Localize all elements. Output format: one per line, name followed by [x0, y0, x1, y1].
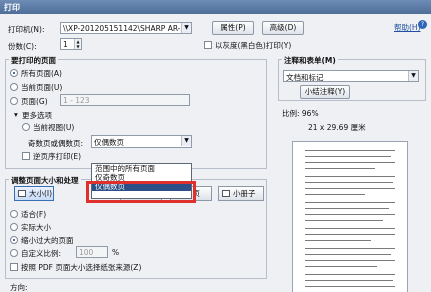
fit-radio[interactable]: [10, 210, 18, 218]
odd-even-value: 仅偶数页: [94, 138, 124, 147]
printer-select[interactable]: \\XP-201205151142\SHARP AR-1808S ▼: [60, 22, 192, 34]
fit-label: 适合(F): [21, 210, 47, 219]
title-bar: 打印: [0, 0, 431, 14]
grayscale-label: 以灰度(黑白色)打印(Y): [215, 41, 292, 50]
pages-group-title: 要打印的页面: [9, 55, 58, 66]
odd-even-select[interactable]: 仅偶数页 ▼: [91, 135, 192, 148]
size-button-label: 大小(I): [29, 189, 53, 198]
odd-even-label: 奇数页或偶数页:: [28, 139, 84, 148]
custom-scale-value: 100: [79, 248, 94, 257]
preview-paper-size: 21 x 29.69 厘米: [308, 123, 366, 132]
size-icon: [18, 190, 26, 197]
preview-scale: 比例: 96%: [282, 109, 319, 118]
preview-page: [292, 141, 408, 292]
copies-label: 份数(C):: [8, 42, 37, 51]
comments-group-title: 注释和表单(M): [282, 55, 338, 66]
dropdown-option-all[interactable]: 范围中的所有页面: [92, 164, 191, 173]
page-range-input[interactable]: 1 - 123: [60, 94, 190, 106]
chevron-down-icon: ▼: [181, 23, 191, 33]
shrink-label: 缩小过大的页面: [21, 236, 74, 245]
percent-label: %: [112, 248, 120, 257]
help-link[interactable]: 帮助(H): [394, 22, 421, 33]
comments-select[interactable]: 文档和标记 ▼: [283, 70, 419, 82]
all-pages-radio[interactable]: [10, 69, 18, 77]
window-title: 打印: [4, 3, 20, 12]
orientation-label: 方向:: [10, 283, 28, 292]
grayscale-checkbox[interactable]: [204, 41, 212, 49]
booklet-button-label: 小册子: [233, 189, 256, 198]
highlight-box: [86, 181, 196, 203]
page-range-radio[interactable]: [10, 97, 18, 105]
advanced-button[interactable]: 高级(D): [262, 21, 304, 35]
printer-label: 打印机(N):: [8, 25, 45, 34]
actual-size-label: 实际大小: [21, 223, 51, 232]
custom-scale-radio[interactable]: [10, 249, 18, 257]
reverse-label: 逆页序打印(E): [33, 152, 82, 161]
page-range-label: 页面(G): [21, 97, 48, 106]
all-pages-label: 所有页面(A): [21, 69, 62, 78]
current-view-label: 当前视图(U): [33, 123, 75, 132]
booklet-icon: [222, 190, 230, 197]
expand-triangle-icon[interactable]: ▾: [14, 110, 18, 119]
chevron-down-icon: ▼: [408, 71, 418, 81]
booklet-button[interactable]: 小册子: [218, 186, 264, 201]
properties-button[interactable]: 属性(P): [212, 21, 254, 35]
choose-paper-checkbox[interactable]: [10, 263, 18, 271]
current-page-label: 当前页面(U): [21, 83, 63, 92]
shrink-radio[interactable]: [10, 236, 18, 244]
current-view-radio[interactable]: [22, 123, 30, 131]
spinner-icon[interactable]: ▲ ▼: [74, 39, 81, 49]
page-range-value: 1 - 123: [63, 96, 90, 105]
custom-scale-input[interactable]: 100: [76, 246, 108, 258]
sizing-group-title: 调整页面大小和处理: [9, 175, 81, 186]
current-page-radio[interactable]: [10, 83, 18, 91]
more-options-label: 更多选项: [22, 111, 52, 120]
copies-input[interactable]: 1 ▲ ▼: [60, 38, 82, 50]
choose-paper-label: 按照 PDF 页面大小选择纸张来源(Z): [21, 263, 142, 272]
actual-size-radio[interactable]: [10, 223, 18, 231]
size-button[interactable]: 大小(I): [14, 186, 54, 201]
custom-scale-label: 自定义比例:: [21, 249, 62, 258]
copies-value: 1: [63, 40, 68, 49]
comments-value: 文档和标记: [286, 73, 324, 82]
chevron-down-icon: ▼: [181, 136, 191, 146]
print-dialog: 打印机(N): \\XP-201205151142\SHARP AR-1808S…: [0, 14, 431, 292]
printer-value: \\XP-201205151142\SHARP AR-1808S: [63, 24, 192, 33]
help-icon[interactable]: ?: [418, 20, 427, 29]
reverse-checkbox[interactable]: [22, 152, 30, 160]
summarize-comments-button[interactable]: 小结注释(Y): [300, 85, 350, 99]
